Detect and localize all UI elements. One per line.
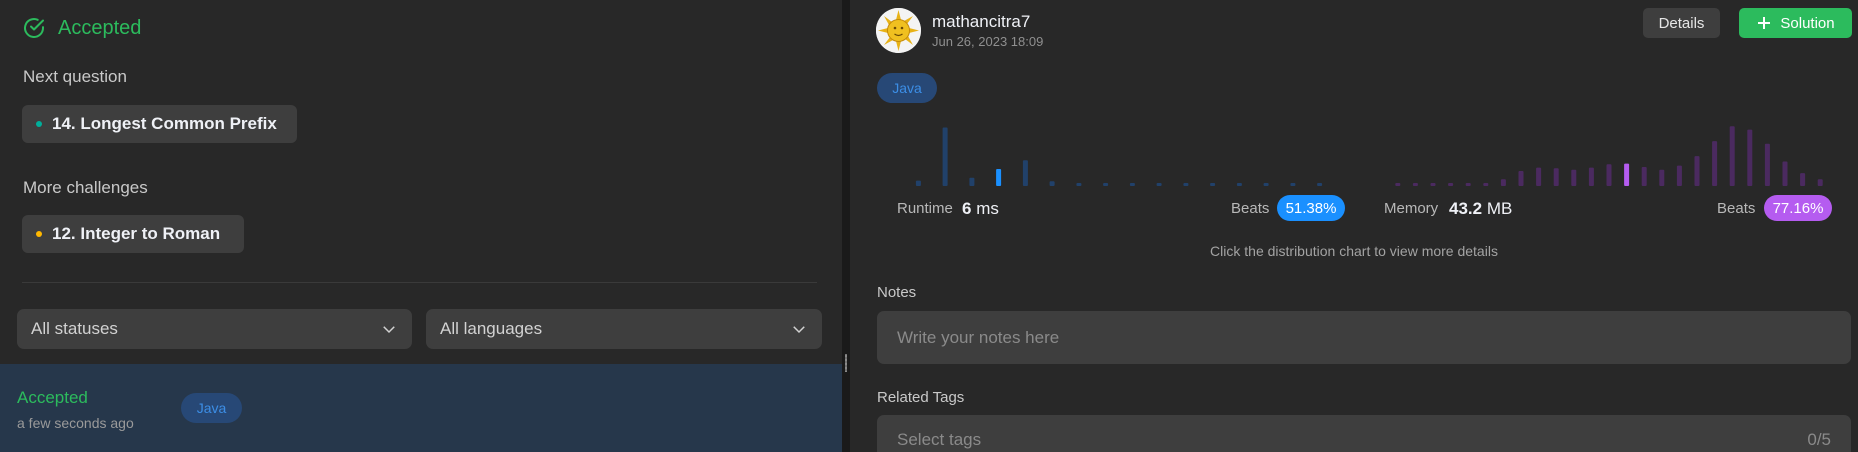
next-question-title: 14. Longest Common Prefix	[52, 114, 277, 133]
chart-bar[interactable]	[1747, 129, 1753, 186]
username[interactable]: mathancitra7	[932, 12, 1030, 32]
chart-bar[interactable]	[969, 177, 975, 186]
chart-bar[interactable]	[1103, 183, 1109, 186]
submission-row[interactable]: Accepted a few seconds ago Java	[0, 364, 842, 452]
chart-bar[interactable]	[1263, 183, 1269, 186]
chart-bar[interactable]	[1500, 179, 1506, 186]
chart-bar[interactable]	[1183, 183, 1189, 186]
chart-bar[interactable]	[1571, 169, 1577, 186]
memory-label: Memory	[1384, 200, 1439, 217]
submission-row-status: Accepted	[17, 388, 88, 407]
chart-bar[interactable]	[1694, 156, 1700, 186]
left-panel: Accepted Next question 14. Longest Commo…	[0, 0, 842, 452]
chart-bar[interactable]	[1412, 183, 1418, 186]
language-filter-value: All languages	[440, 319, 543, 338]
chart-bar[interactable]	[1588, 167, 1594, 186]
chart-bar[interactable]	[1210, 183, 1216, 186]
chart-bar[interactable]	[1483, 183, 1489, 186]
right-panel: mathancitra7 Jun 26, 2023 18:09 Details …	[850, 0, 1858, 452]
chart-bar[interactable]	[1076, 183, 1082, 186]
chart-bar[interactable]	[1290, 183, 1296, 186]
chart-bar[interactable]	[1764, 143, 1770, 186]
memory-beats-label: Beats	[1717, 200, 1756, 217]
chart-bar[interactable]	[1448, 183, 1454, 186]
chart-bar[interactable]	[1553, 168, 1559, 186]
chart-bar[interactable]	[1022, 160, 1028, 186]
memory-beats-badge: 77.16%	[1764, 195, 1832, 221]
runtime-beats-badge: 51.38%	[1277, 195, 1345, 221]
divider	[22, 282, 817, 283]
chart-bar[interactable]	[1465, 183, 1471, 186]
solution-button-label: Solution	[1780, 14, 1835, 32]
status-filter-select[interactable]: All statuses	[17, 309, 412, 349]
check-circle-icon	[24, 18, 44, 38]
runtime-number: 6	[962, 199, 972, 218]
chart-hint: Click the distribution chart to view mor…	[1210, 243, 1498, 259]
chart-bar[interactable]	[1817, 179, 1823, 186]
chart-bar[interactable]	[1395, 183, 1401, 186]
result-status: Accepted	[58, 16, 142, 39]
details-button[interactable]: Details	[1643, 8, 1720, 38]
memory-unit: MB	[1486, 199, 1513, 218]
accepted-header: Accepted	[22, 16, 141, 40]
difficulty-dot-icon	[36, 231, 42, 237]
details-button-label: Details	[1658, 14, 1705, 32]
runtime-beats-label: Beats	[1231, 200, 1270, 217]
runtime-unit: ms	[976, 199, 999, 218]
runtime-distribution-chart[interactable]	[905, 118, 1333, 186]
chart-bar[interactable]	[1606, 164, 1612, 186]
plus-icon	[1758, 17, 1771, 29]
submission-row-time: a few seconds ago	[17, 415, 134, 431]
chart-bar[interactable]	[1782, 161, 1788, 187]
more-challenge-title: 12. Integer to Roman	[52, 224, 221, 243]
difficulty-dot-icon	[36, 121, 42, 127]
notes-label: Notes	[877, 284, 917, 301]
tags-select[interactable]: Select tags 0/5	[877, 415, 1851, 452]
more-challenges-label: More challenges	[23, 178, 148, 197]
submission-date: Jun 26, 2023 18:09	[932, 34, 1044, 49]
avatar[interactable]	[876, 8, 921, 53]
sun-avatar-icon	[876, 8, 921, 53]
chart-bar[interactable]	[1317, 183, 1323, 186]
chart-bar[interactable]	[915, 180, 921, 186]
chart-bar[interactable]	[1624, 163, 1630, 186]
chart-bar[interactable]	[996, 169, 1002, 186]
chevron-down-icon	[383, 326, 395, 334]
chart-bar[interactable]	[942, 127, 948, 187]
submission-row-language: Java	[181, 393, 242, 423]
tags-count: 0/5	[1807, 430, 1831, 449]
memory-number: 43.2	[1449, 199, 1483, 218]
memory-distribution-chart[interactable]	[1389, 118, 1829, 186]
chart-bar[interactable]	[1049, 181, 1055, 186]
chart-bar[interactable]	[1712, 141, 1718, 186]
runtime-label: Runtime	[897, 200, 953, 217]
chart-bar[interactable]	[1536, 167, 1542, 186]
status-filter-value: All statuses	[31, 319, 118, 338]
drag-handle-icon[interactable]	[845, 354, 847, 372]
notes-input[interactable]	[877, 311, 1851, 364]
chart-bar[interactable]	[1729, 126, 1735, 186]
more-challenge-link[interactable]: 12. Integer to Roman	[22, 215, 244, 253]
tags-placeholder: Select tags	[897, 430, 982, 449]
chart-bar[interactable]	[1800, 173, 1806, 186]
chart-bar[interactable]	[1676, 165, 1682, 186]
memory-value: 43.2 MB	[1449, 199, 1512, 219]
chevron-down-icon	[793, 326, 805, 334]
chart-bar[interactable]	[1236, 183, 1242, 186]
solution-button[interactable]: Solution	[1739, 8, 1852, 38]
panel-resizer[interactable]	[842, 0, 850, 452]
chart-bar[interactable]	[1156, 183, 1162, 186]
chart-bar[interactable]	[1659, 169, 1665, 186]
language-filter-select[interactable]: All languages	[426, 309, 822, 349]
chart-bar[interactable]	[1518, 171, 1524, 186]
language-tag: Java	[877, 73, 937, 103]
chart-bar[interactable]	[1129, 183, 1135, 186]
runtime-value: 6 ms	[962, 199, 999, 219]
chart-bar[interactable]	[1430, 183, 1436, 186]
next-question-label: Next question	[23, 67, 127, 86]
related-tags-label: Related Tags	[877, 389, 965, 406]
chart-bar[interactable]	[1641, 167, 1647, 186]
next-question-link[interactable]: 14. Longest Common Prefix	[22, 105, 297, 143]
